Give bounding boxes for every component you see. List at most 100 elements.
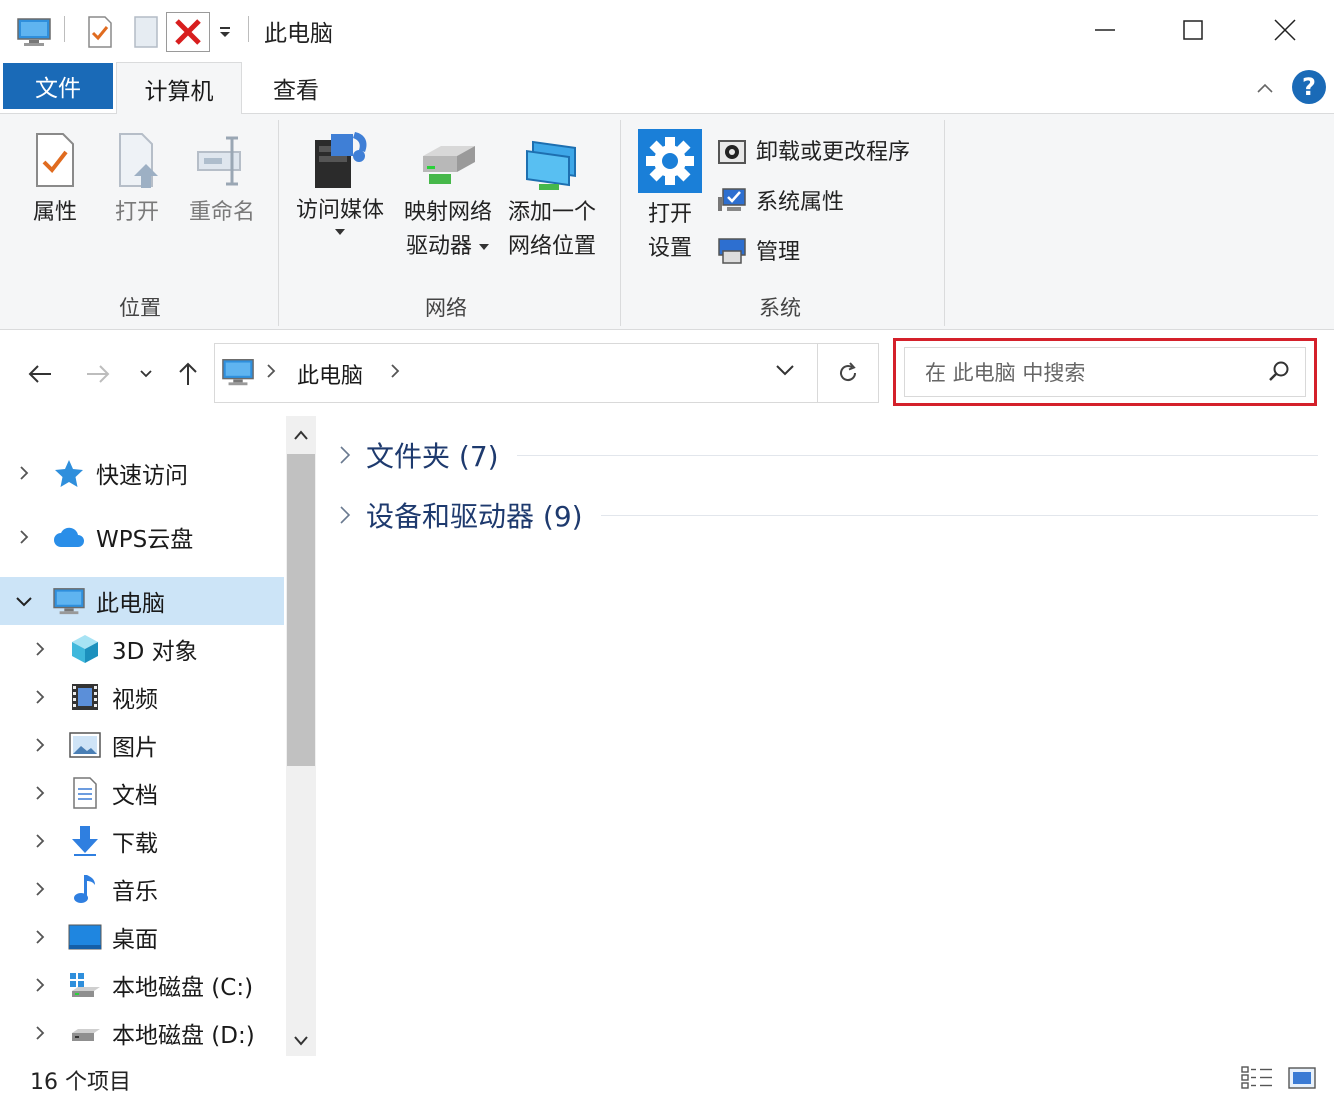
star-icon [52,456,86,490]
group-title: 文件夹 (7) [366,440,499,473]
large-icons-view-icon[interactable] [1288,1064,1316,1096]
title-bar: 此电脑 [0,0,1334,62]
collapse-chevron-icon[interactable] [14,591,34,611]
nav-item-label: 视频 [112,687,158,713]
access-media-button[interactable]: 访问媒体 [288,126,392,236]
nav-item-pictures[interactable]: 图片 [0,721,284,769]
navigation-bar: 此电脑 在 此电脑 中搜索 [0,330,1334,416]
recent-locations-chevron-icon[interactable] [132,354,160,394]
uninstall-program-button[interactable]: 卸载或更改程序 [716,130,910,170]
dropdown-arrow-icon [479,244,489,250]
breadcrumb-chevron-icon[interactable] [389,362,401,384]
map-drive-label-1: 映射网络 [403,200,492,225]
ribbon-group-separator [620,120,621,326]
nav-item-this-pc[interactable]: 此电脑 [0,577,284,625]
map-network-drive-button[interactable]: 映射网络 驱动器 [396,140,500,264]
nav-item-documents[interactable]: 文档 [0,769,284,817]
expand-chevron-icon[interactable] [30,639,50,659]
expand-chevron-icon[interactable] [30,879,50,899]
add-location-label-2: 网络位置 [507,234,596,259]
breadcrumb-this-pc[interactable]: 此电脑 [297,358,363,390]
open-settings-label-2: 设置 [647,236,692,261]
properties-label: 属性 [32,200,77,225]
nav-item-label: 此电脑 [96,591,165,617]
nav-scrollbar[interactable] [286,416,316,1056]
refresh-button[interactable] [817,343,879,403]
ribbon-tabs: 文件 计算机 查看 ? [0,62,1334,115]
open-settings-button[interactable]: 打开 设置 [632,128,708,266]
manage-button[interactable]: 管理 [716,230,800,270]
details-view-icon[interactable] [1240,1064,1274,1096]
nav-item-label: 3D 对象 [112,639,198,665]
back-arrow-icon[interactable] [20,354,60,394]
nav-item-music[interactable]: 音乐 [0,865,284,913]
nav-item-drive-d[interactable]: 本地磁盘 (D:) [0,1009,284,1057]
nav-item-label: 音乐 [112,879,158,905]
group-header-folders[interactable]: 文件夹 (7) [338,430,1318,480]
properties-button[interactable]: 属性 [22,130,88,230]
system-properties-button[interactable]: 系统属性 [716,180,844,220]
expand-chevron-icon[interactable] [30,975,50,995]
add-location-label-1: 添加一个 [507,200,596,225]
manage-label: 管理 [756,240,801,265]
breadcrumb-chevron-icon[interactable] [265,362,277,384]
scroll-down-arrow-icon[interactable] [293,1032,309,1051]
forward-arrow-icon[interactable] [78,354,118,394]
system-properties-label: 系统属性 [756,190,845,215]
group-header-devices[interactable]: 设备和驱动器 (9) [338,490,1318,540]
customize-toolbar-dropdown[interactable] [214,12,236,52]
film-icon [68,680,102,714]
collapse-ribbon-chevron-icon[interactable] [1252,76,1278,100]
item-count: 16 个项目 [30,1070,131,1095]
scroll-thumb[interactable] [287,454,315,766]
settings-gear-icon [638,129,702,193]
rename-button[interactable]: 重命名 [184,130,260,230]
search-icon[interactable] [1267,360,1291,388]
system-properties-icon [716,184,748,216]
maximize-button[interactable] [1158,6,1228,54]
new-folder-quick-icon[interactable] [126,12,166,52]
tab-view[interactable]: 查看 [248,62,344,114]
content-pane: 文件夹 (7) 设备和驱动器 (9) [318,416,1334,1056]
help-icon[interactable]: ? [1292,70,1326,104]
nav-item-desktop[interactable]: 桌面 [0,913,284,961]
tab-computer[interactable]: 计算机 [116,62,242,115]
expand-chevron-icon[interactable] [14,463,34,483]
expand-chevron-icon[interactable] [338,444,352,466]
map-drive-label-2: 驱动器 [405,234,472,259]
expand-chevron-icon[interactable] [30,735,50,755]
delete-quick-icon[interactable] [166,12,210,52]
expand-chevron-icon[interactable] [30,687,50,707]
nav-item-downloads[interactable]: 下载 [0,817,284,865]
expand-chevron-icon[interactable] [30,927,50,947]
add-network-location-button[interactable]: 添加一个 网络位置 [500,136,604,264]
network-location-icon [526,140,576,190]
up-arrow-icon[interactable] [168,354,208,394]
expand-chevron-icon[interactable] [30,783,50,803]
close-button[interactable] [1250,6,1320,54]
nav-item-wps-cloud[interactable]: WPS云盘 [0,513,284,561]
network-drive-icon [423,146,475,184]
expand-chevron-icon[interactable] [30,831,50,851]
expand-chevron-icon[interactable] [30,1023,50,1043]
minimize-button[interactable] [1070,6,1140,54]
cube-icon [68,632,102,666]
search-input[interactable]: 在 此电脑 中搜索 [904,347,1306,397]
open-label: 打开 [114,200,159,225]
expand-chevron-icon[interactable] [14,527,34,547]
address-bar[interactable]: 此电脑 [214,343,818,403]
nav-item-quick-access[interactable]: 快速访问 [0,449,284,497]
nav-item-videos[interactable]: 视频 [0,673,284,721]
expand-chevron-icon[interactable] [338,504,352,526]
address-dropdown-chevron-icon[interactable] [775,362,795,381]
properties-quick-icon[interactable] [80,12,120,52]
tab-file[interactable]: 文件 [3,63,113,109]
group-divider [600,514,1318,516]
nav-item-label: 下载 [112,831,158,857]
nav-item-label: 本地磁盘 (C:) [112,975,254,1001]
nav-item-3d-objects[interactable]: 3D 对象 [0,625,284,673]
nav-item-drive-c[interactable]: 本地磁盘 (C:) [0,961,284,1009]
scroll-up-arrow-icon[interactable] [293,426,309,445]
toolbar-separator [64,16,65,42]
open-button[interactable]: 打开 [106,130,168,230]
